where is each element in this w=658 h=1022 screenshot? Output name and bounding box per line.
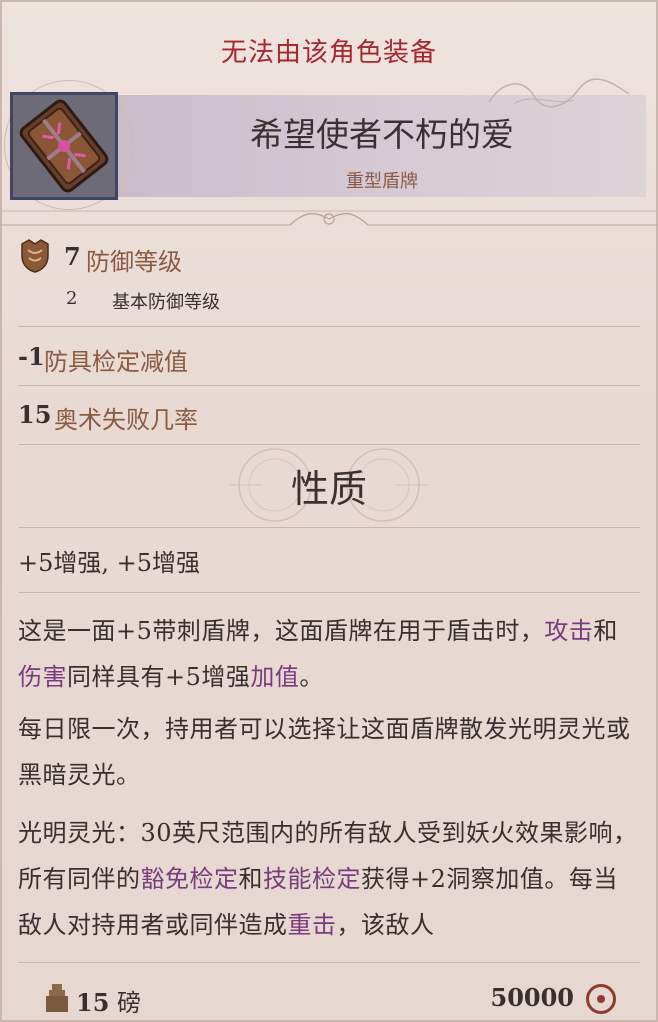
keyword-saving-throw[interactable]: 豁免检定 — [141, 865, 239, 893]
armor-class-value: 7 — [64, 242, 81, 271]
item-title: 希望使者不朽的爱 — [250, 115, 514, 154]
description-paragraph-2: 每日限一次，持用者可以选择让这面盾牌散发光明灵光或黑暗灵光。 — [18, 715, 631, 789]
armor-check-value: -1 — [18, 342, 45, 371]
item-weight: 15 磅 — [76, 983, 141, 1018]
divider — [18, 527, 640, 528]
enchantment-line: +5增强, +5增强 — [18, 549, 201, 577]
weight-unit: 磅 — [117, 989, 142, 1017]
divider — [18, 326, 640, 327]
divider — [18, 592, 640, 593]
spiked-shield-icon — [13, 95, 115, 197]
armor-class-label: 防御等级 — [86, 248, 182, 276]
armor-check-label: 防具检定减值 — [44, 348, 188, 376]
arcane-failure-label: 奥术失败几率 — [54, 406, 198, 434]
weight-value: 15 — [76, 988, 110, 1017]
item-type: 重型盾牌 — [346, 171, 418, 192]
keyword-damage[interactable]: 伤害 — [18, 663, 67, 691]
divider — [18, 385, 640, 386]
equip-warning: 无法由该角色装备 — [220, 38, 437, 68]
keyword-bonus[interactable]: 加值 — [250, 663, 299, 691]
coin-icon — [586, 984, 616, 1014]
header-divider-ornament — [0, 210, 658, 226]
item-price: 50000 — [490, 983, 575, 1012]
description-paragraph-3: 光明灵光：30英尺范围内的所有敌人受到妖火效果影响，所有同伴的豁免检定和技能检定… — [18, 819, 638, 939]
base-ac-value: 2 — [66, 288, 78, 309]
arcane-failure-value: 15 — [18, 400, 52, 429]
breastplate-icon — [21, 239, 49, 273]
weight-icon — [46, 984, 68, 1012]
base-ac-label: 基本防御等级 — [112, 292, 220, 313]
keyword-critical-hit[interactable]: 重击 — [288, 911, 337, 939]
keyword-attack[interactable]: 攻击 — [544, 617, 593, 645]
divider — [18, 962, 640, 963]
keyword-skill-check[interactable]: 技能检定 — [263, 865, 361, 893]
item-icon-frame — [10, 92, 118, 200]
description-paragraph-1: 这是一面+5带刺盾牌，这面盾牌在用于盾击时，攻击和伤害同样具有+5增强加值。 — [18, 617, 618, 691]
properties-title: 性质 — [290, 467, 367, 511]
